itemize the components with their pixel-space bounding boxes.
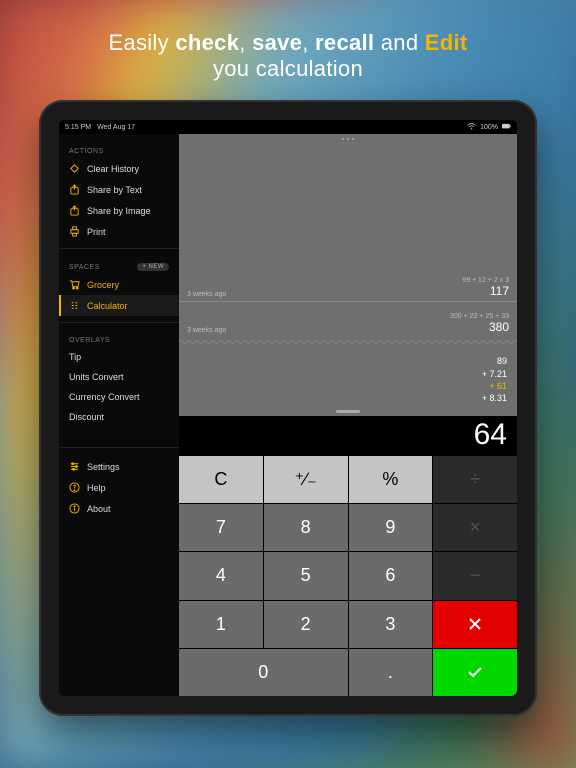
tear-divider [179, 338, 517, 344]
sidebar-item-clear-history[interactable]: Clear History [59, 158, 179, 179]
share-icon [69, 205, 80, 216]
sidebar-item-settings[interactable]: Settings [59, 456, 179, 477]
sidebar-item-tip[interactable]: Tip [59, 347, 179, 367]
sidebar-item-help[interactable]: Help [59, 477, 179, 498]
history-panel[interactable]: 3 weeks ago 99 + 12 + 2 x 3117 3 weeks a… [179, 134, 517, 416]
main-pane: 3 weeks ago 99 + 12 + 2 x 3117 3 weeks a… [179, 134, 517, 696]
sidebar-header-actions: ACTIONS [59, 142, 179, 158]
battery-icon [502, 123, 511, 132]
sidebar-item-units[interactable]: Units Convert [59, 367, 179, 387]
sidebar-item-about[interactable]: About [59, 498, 179, 519]
print-icon [69, 226, 80, 237]
key-confirm[interactable] [433, 649, 517, 696]
sidebar-header-spaces: SPACES + New [59, 257, 179, 274]
key-percent[interactable]: % [349, 456, 433, 503]
tablet-frame: 5:15 PM Wed Aug 17 100% ACTIONS Clear Hi… [39, 100, 537, 716]
key-subtract[interactable]: − [433, 552, 517, 599]
keypad: C ⁺∕₋ % ÷ 7 8 9 × 4 5 6 − 1 2 3 [179, 456, 517, 696]
history-entry[interactable]: 3 weeks ago 300 + 22 + 25 + 33380 [187, 313, 509, 334]
share-icon [69, 184, 80, 195]
sidebar-item-share-image[interactable]: Share by Image [59, 200, 179, 221]
key-clear[interactable]: C [179, 456, 263, 503]
sidebar-header-overlays: OVERLAYS [59, 331, 179, 347]
status-date: Wed Aug 17 [97, 124, 135, 131]
status-bar: 5:15 PM Wed Aug 17 100% [59, 120, 517, 134]
sidebar: ACTIONS Clear History Share by Text Shar… [59, 134, 179, 696]
key-9[interactable]: 9 [349, 504, 433, 551]
key-cancel[interactable] [433, 601, 517, 648]
promo-headline: Easily check, save, recall and Edit you … [0, 0, 576, 90]
key-0[interactable]: 0 [179, 649, 348, 696]
key-decimal[interactable]: . [349, 649, 433, 696]
help-icon [69, 482, 80, 493]
key-5[interactable]: 5 [264, 552, 348, 599]
check-icon [465, 662, 485, 682]
sidebar-item-grocery[interactable]: Grocery [59, 274, 179, 295]
key-3[interactable]: 3 [349, 601, 433, 648]
key-multiply[interactable]: × [433, 504, 517, 551]
calculator-icon [69, 300, 80, 311]
x-icon [465, 614, 485, 634]
info-icon [69, 503, 80, 514]
drag-handle[interactable] [336, 410, 360, 413]
key-1[interactable]: 1 [179, 601, 263, 648]
current-tape[interactable]: 89 + 7.21 + 61 + 8.31 [482, 355, 507, 404]
battery-text: 100% [480, 124, 498, 131]
key-divide[interactable]: ÷ [433, 456, 517, 503]
key-6[interactable]: 6 [349, 552, 433, 599]
status-time: 5:15 PM [65, 124, 91, 131]
new-space-button[interactable]: + New [137, 263, 169, 271]
key-sign[interactable]: ⁺∕₋ [264, 456, 348, 503]
wifi-icon [467, 123, 476, 132]
key-4[interactable]: 4 [179, 552, 263, 599]
sidebar-item-print[interactable]: Print [59, 221, 179, 242]
sidebar-item-currency[interactable]: Currency Convert [59, 387, 179, 407]
key-8[interactable]: 8 [264, 504, 348, 551]
screen: 5:15 PM Wed Aug 17 100% ACTIONS Clear Hi… [59, 120, 517, 696]
eraser-icon [69, 163, 80, 174]
drag-dots-icon [342, 138, 354, 140]
sidebar-item-discount[interactable]: Discount [59, 407, 179, 427]
key-2[interactable]: 2 [264, 601, 348, 648]
settings-icon [69, 461, 80, 472]
display: 64 [179, 416, 517, 456]
sidebar-item-calculator[interactable]: Calculator [59, 295, 179, 316]
cart-icon [69, 279, 80, 290]
history-entry[interactable]: 3 weeks ago 99 + 12 + 2 x 3117 [187, 277, 509, 298]
key-7[interactable]: 7 [179, 504, 263, 551]
sidebar-item-share-text[interactable]: Share by Text [59, 179, 179, 200]
